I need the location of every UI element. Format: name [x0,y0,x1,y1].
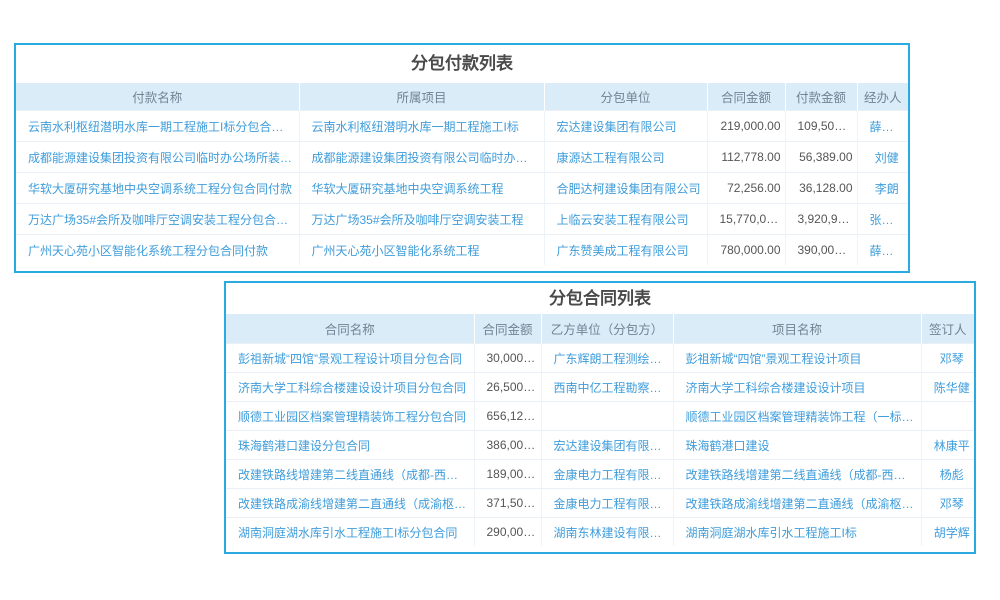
contract-header-row: 合同名称 合同金额 乙方单位（分包方） 项目名称 签订人 [226,314,974,344]
payment-col-payment-amount: 付款金额 [785,83,857,111]
party-b-link[interactable]: 西南中亿工程勘察公司 [541,373,673,402]
contract-table: 合同名称 合同金额 乙方单位（分包方） 项目名称 签订人 彭祖新城“四馆”景观工… [226,314,974,546]
signer-link[interactable]: 林康平 [921,431,974,460]
project-name-link[interactable]: 云南水利枢纽潜明水库一期工程施工I标 [299,111,544,142]
payment-name-link[interactable]: 广州天心苑小区智能化系统工程分包合同付款 [16,235,299,266]
contract-name-link[interactable]: 顺德工业园区档案管理精装饰工程分包合同 [226,402,474,431]
subcontract-payment-panel: 分包付款列表 付款名称 所属项目 分包单位 合同金额 付款金额 经办人 云南水利… [14,43,910,273]
party-b-link[interactable]: 湖南东林建设有限公司 [541,518,673,547]
contract-name-link[interactable]: 彭祖新城“四馆”景观工程设计项目分包合同 [226,344,474,373]
payment-row[interactable]: 成都能源建设集团投资有限公司临时办公场所装修改造... 成都能源建设集团投资有限… [16,142,908,173]
project-name-link[interactable]: 万达广场35#会所及咖啡厅空调安装工程 [299,204,544,235]
handler-link[interactable]: 薛保丰 [857,235,908,266]
contract-amount-cell: 189,000.00 [474,460,541,489]
project-name-link[interactable]: 彭祖新城“四馆”景观工程设计项目 [673,344,921,373]
project-name-link[interactable]: 湖南洞庭湖水库引水工程施工I标 [673,518,921,547]
project-name-link[interactable]: 济南大学工科综合楼建设设计项目 [673,373,921,402]
payment-name-link[interactable]: 成都能源建设集团投资有限公司临时办公场所装修改造... [16,142,299,173]
contract-name-link[interactable]: 改建铁路线增建第二线直通线（成都-西安）电力线... [226,460,474,489]
contract-amount-cell: 26,500.00 [474,373,541,402]
signer-link[interactable] [921,402,974,431]
party-b-link[interactable]: 金康电力工程有限公司 [541,489,673,518]
payment-amount-cell: 109,500.00 [785,111,857,142]
payment-name-link[interactable]: 云南水利枢纽潜明水库一期工程施工I标分包合同付款 [16,111,299,142]
contract-row[interactable]: 顺德工业园区档案管理精装饰工程分包合同 656,123.00 顺德工业园区档案管… [226,402,974,431]
payment-col-subcontractor: 分包单位 [544,83,707,111]
contract-amount-cell: 112,778.00 [707,142,785,173]
contract-amount-cell: 219,000.00 [707,111,785,142]
payment-name-link[interactable]: 华软大厦研究基地中央空调系统工程分包合同付款 [16,173,299,204]
contract-row[interactable]: 湖南洞庭湖水库引水工程施工I标分包合同 290,000.00 湖南东林建设有限公… [226,518,974,547]
contract-row[interactable]: 改建铁路成渝线增建第二直通线（成渝枢纽）电力... 371,500.00 金康电… [226,489,974,518]
contract-table-title: 分包合同列表 [226,283,974,314]
payment-table: 付款名称 所属项目 分包单位 合同金额 付款金额 经办人 云南水利枢纽潜明水库一… [16,83,908,265]
project-name-link[interactable]: 成都能源建设集团投资有限公司临时办公场所... [299,142,544,173]
subcontractor-link[interactable]: 康源达工程有限公司 [544,142,707,173]
subcontract-contract-panel: 分包合同列表 合同名称 合同金额 乙方单位（分包方） 项目名称 签订人 彭祖新城… [224,281,976,554]
payment-row[interactable]: 云南水利枢纽潜明水库一期工程施工I标分包合同付款 云南水利枢纽潜明水库一期工程施… [16,111,908,142]
payment-amount-cell: 3,920,96... [785,204,857,235]
subcontractor-link[interactable]: 上临云安装工程有限公司 [544,204,707,235]
payment-col-handler: 经办人 [857,83,908,111]
payment-name-link[interactable]: 万达广场35#会所及咖啡厅空调安装工程分包合同付款 [16,204,299,235]
project-name-link[interactable]: 华软大厦研究基地中央空调系统工程 [299,173,544,204]
contract-row[interactable]: 改建铁路线增建第二线直通线（成都-西安）电力线... 189,000.00 金康… [226,460,974,489]
signer-link[interactable]: 胡学辉 [921,518,974,547]
contract-amount-cell: 30,000.00 [474,344,541,373]
handler-link[interactable]: 张小东 [857,204,908,235]
handler-link[interactable]: 薛保丰 [857,111,908,142]
contract-col-signer: 签订人 [921,314,974,344]
payment-row[interactable]: 广州天心苑小区智能化系统工程分包合同付款 广州天心苑小区智能化系统工程 广东赞美… [16,235,908,266]
party-b-link[interactable]: 宏达建设集团有限公司 [541,431,673,460]
payment-row[interactable]: 华软大厦研究基地中央空调系统工程分包合同付款 华软大厦研究基地中央空调系统工程 … [16,173,908,204]
payment-col-contract-amount: 合同金额 [707,83,785,111]
project-name-link[interactable]: 珠海鹤港口建设 [673,431,921,460]
payment-header-row: 付款名称 所属项目 分包单位 合同金额 付款金额 经办人 [16,83,908,111]
project-name-link[interactable]: 改建铁路成渝线增建第二直通线（成渝枢纽）电力... [673,489,921,518]
payment-row[interactable]: 万达广场35#会所及咖啡厅空调安装工程分包合同付款 万达广场35#会所及咖啡厅空… [16,204,908,235]
project-name-link[interactable]: 广州天心苑小区智能化系统工程 [299,235,544,266]
contract-amount-cell: 290,000.00 [474,518,541,547]
signer-link[interactable]: 邓琴 [921,489,974,518]
contract-row[interactable]: 彭祖新城“四馆”景观工程设计项目分包合同 30,000.00 广东辉朗工程测绘公… [226,344,974,373]
payment-col-project: 所属项目 [299,83,544,111]
contract-name-link[interactable]: 改建铁路成渝线增建第二直通线（成渝枢纽）电力... [226,489,474,518]
payment-amount-cell: 390,000.00 [785,235,857,266]
contract-name-link[interactable]: 济南大学工科综合楼建设设计项目分包合同 [226,373,474,402]
subcontractor-link[interactable]: 广东赞美成工程有限公司 [544,235,707,266]
project-name-link[interactable]: 顺德工业园区档案管理精装饰工程（一标段） [673,402,921,431]
contract-col-project: 项目名称 [673,314,921,344]
contract-row[interactable]: 珠海鹤港口建设分包合同 386,000.00 宏达建设集团有限公司 珠海鹤港口建… [226,431,974,460]
contract-amount-cell: 386,000.00 [474,431,541,460]
contract-amount-cell: 780,000.00 [707,235,785,266]
contract-name-link[interactable]: 珠海鹤港口建设分包合同 [226,431,474,460]
party-b-link[interactable] [541,402,673,431]
party-b-link[interactable]: 金康电力工程有限公司 [541,460,673,489]
contract-col-party-b: 乙方单位（分包方） [541,314,673,344]
payment-col-payment-name: 付款名称 [16,83,299,111]
contract-amount-cell: 371,500.00 [474,489,541,518]
contract-amount-cell: 656,123.00 [474,402,541,431]
contract-row[interactable]: 济南大学工科综合楼建设设计项目分包合同 26,500.00 西南中亿工程勘察公司… [226,373,974,402]
contract-col-amount: 合同金额 [474,314,541,344]
payment-amount-cell: 36,128.00 [785,173,857,204]
contract-col-contract-name: 合同名称 [226,314,474,344]
subcontractor-link[interactable]: 宏达建设集团有限公司 [544,111,707,142]
project-name-link[interactable]: 改建铁路线增建第二线直通线（成都-西安）电力线... [673,460,921,489]
signer-link[interactable]: 陈华健 [921,373,974,402]
payment-table-title: 分包付款列表 [16,45,908,83]
party-b-link[interactable]: 广东辉朗工程测绘公司 [541,344,673,373]
contract-amount-cell: 15,770,00... [707,204,785,235]
handler-link[interactable]: 李朗 [857,173,908,204]
handler-link[interactable]: 刘健 [857,142,908,173]
signer-link[interactable]: 杨彪 [921,460,974,489]
payment-amount-cell: 56,389.00 [785,142,857,173]
subcontractor-link[interactable]: 合肥达柯建设集团有限公司 [544,173,707,204]
signer-link[interactable]: 邓琴 [921,344,974,373]
contract-name-link[interactable]: 湖南洞庭湖水库引水工程施工I标分包合同 [226,518,474,547]
contract-amount-cell: 72,256.00 [707,173,785,204]
